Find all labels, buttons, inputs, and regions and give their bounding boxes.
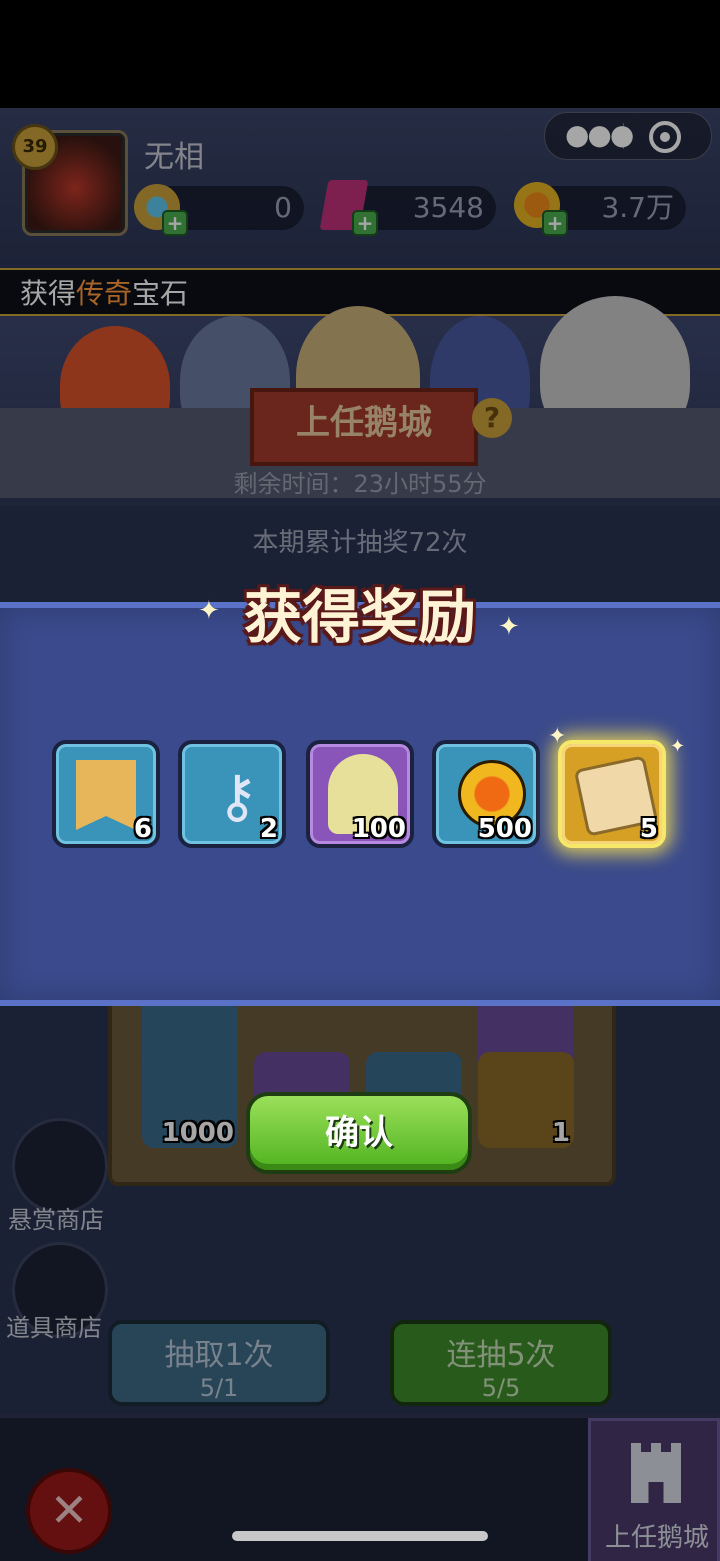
game-screen: 39 无相 0 + 3548 + 3.7万 + ●●● 获得传奇宝石 上任鹅城 … [0, 108, 720, 1561]
sparkle-icon: ✦ [548, 724, 567, 749]
reward-qty: 2 [259, 814, 278, 844]
home-indicator[interactable] [232, 1531, 488, 1541]
reward-item-scroll[interactable]: 5 [558, 740, 666, 848]
reward-qty: 5 [639, 814, 658, 844]
reward-qty: 500 [477, 814, 532, 844]
sparkle-icon: ✦ [198, 596, 220, 626]
reward-qty: 100 [351, 814, 406, 844]
reward-item-ring-banner[interactable]: 6 [52, 740, 160, 848]
reward-item-key[interactable]: ⚷ 2 [178, 740, 286, 848]
reward-title: 获得奖励 [243, 583, 476, 651]
silver-key-icon: ⚷ [216, 762, 259, 830]
reward-qty: 6 [133, 814, 152, 844]
reward-item-coins[interactable]: 500 [432, 740, 540, 848]
ring-banner-icon [76, 760, 136, 830]
confirm-button[interactable]: 确认 [246, 1092, 472, 1174]
reward-item-hero-shard[interactable]: 100 [306, 740, 414, 848]
sparkle-icon: ✦ [670, 736, 686, 757]
sparkle-icon: ✦ [498, 612, 520, 642]
